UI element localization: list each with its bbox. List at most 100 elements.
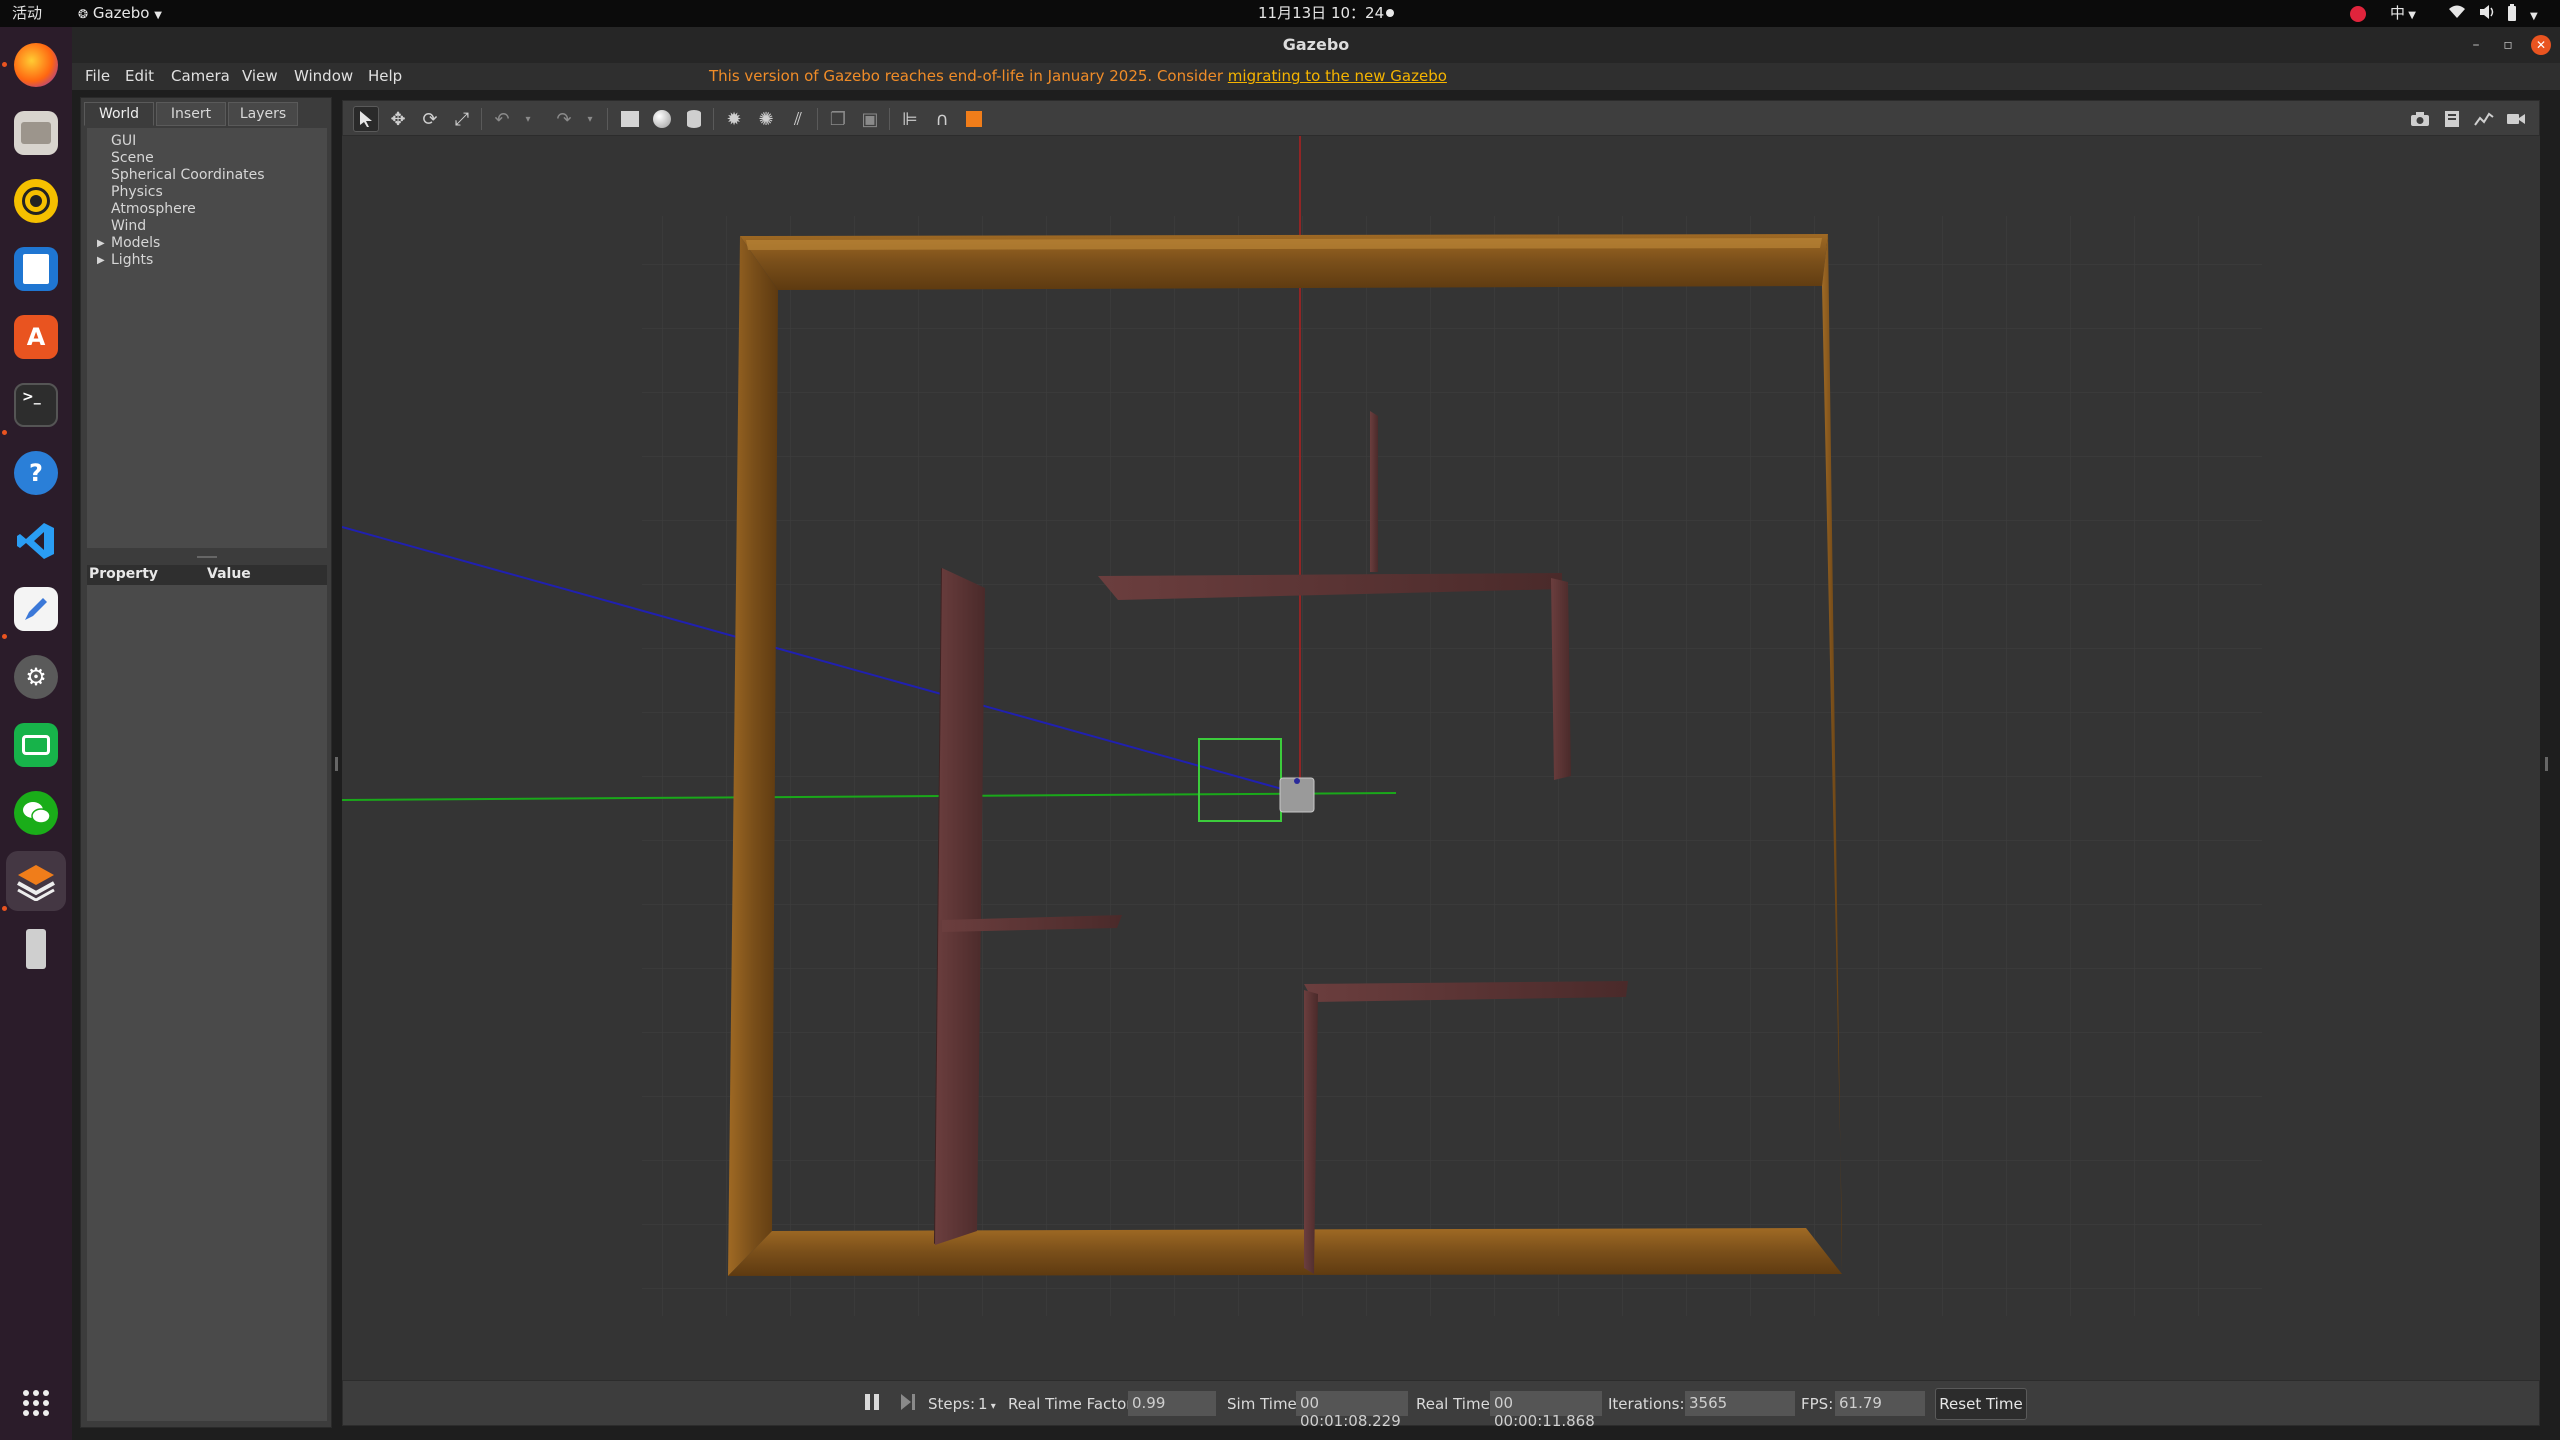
- menu-view[interactable]: View: [242, 67, 278, 85]
- dock-remote-desktop[interactable]: [6, 715, 66, 775]
- window-title: Gazebo: [1282, 35, 1350, 54]
- tree-item-models[interactable]: Models: [111, 235, 160, 251]
- dock-vscode[interactable]: [6, 511, 66, 571]
- scene-viewport[interactable]: [342, 136, 2540, 1380]
- expand-arrow-icon[interactable]: ▶: [97, 255, 105, 266]
- dock-wechat[interactable]: [6, 783, 66, 843]
- step-forward-icon[interactable]: [899, 1392, 917, 1416]
- restore-icon[interactable]: ▫: [2498, 35, 2518, 55]
- fps-label: FPS:: [1801, 1395, 1834, 1413]
- point-light-icon[interactable]: ✹: [721, 106, 747, 132]
- app-menu-button[interactable]: ❂ Gazebo ▼: [78, 4, 162, 25]
- undo-icon[interactable]: ↶: [489, 106, 515, 132]
- dock-settings[interactable]: ⚙: [6, 647, 66, 707]
- steps-label: Steps:: [928, 1395, 976, 1413]
- dock-files[interactable]: [6, 103, 66, 163]
- plot-icon[interactable]: [2471, 106, 2497, 132]
- pause-icon[interactable]: [863, 1392, 881, 1416]
- robot-sensor-marker: [1294, 778, 1300, 784]
- tree-item-spherical-coordinates[interactable]: Spherical Coordinates: [111, 167, 265, 183]
- select-icon[interactable]: [353, 106, 379, 132]
- input-method-indicator[interactable]: 中 ▼: [2390, 4, 2416, 25]
- dock-rhythmbox[interactable]: [6, 171, 66, 231]
- snap-icon[interactable]: ∩: [929, 106, 955, 132]
- copy-icon[interactable]: ❐: [825, 106, 851, 132]
- dock-firefox[interactable]: [6, 35, 66, 95]
- view-angle-icon[interactable]: [961, 106, 987, 132]
- text-editor-icon: [14, 587, 58, 631]
- expand-arrow-icon[interactable]: ▶: [97, 238, 105, 249]
- tree-item-wind[interactable]: Wind: [111, 218, 146, 234]
- menu-edit[interactable]: Edit: [125, 67, 154, 85]
- menu-help[interactable]: Help: [368, 67, 402, 85]
- menu-file[interactable]: File: [85, 67, 110, 85]
- right-panel-collapse-handle[interactable]: [2545, 757, 2548, 771]
- window-title-bar[interactable]: Gazebo – ▫ ✕: [72, 27, 2560, 63]
- fps-value: 61.79: [1835, 1391, 1925, 1416]
- left-panel-collapse-handle[interactable]: [335, 757, 338, 771]
- wifi-icon[interactable]: [2448, 4, 2466, 25]
- battery-icon[interactable]: [2506, 4, 2518, 27]
- record-icon[interactable]: [2503, 106, 2529, 132]
- steps-spinbox[interactable]: 1 ▾: [978, 1395, 996, 1413]
- redo-dropdown-icon[interactable]: ▾: [577, 106, 603, 132]
- reset-time-button[interactable]: Reset Time: [1935, 1388, 2027, 1420]
- value-column-header: Value: [207, 566, 251, 582]
- dock-software[interactable]: A: [6, 307, 66, 367]
- tree-item-atmosphere[interactable]: Atmosphere: [111, 201, 196, 217]
- tab-world[interactable]: World: [84, 102, 154, 126]
- tree-item-gui[interactable]: GUI: [111, 133, 136, 149]
- scale-icon[interactable]: ⤢: [449, 106, 475, 132]
- dock-text-editor[interactable]: [6, 579, 66, 639]
- sphere-icon[interactable]: [649, 106, 675, 132]
- real-time-factor-label: Real Time Factor:: [1008, 1395, 1138, 1413]
- splitter-handle[interactable]: [197, 556, 217, 558]
- tree-item-lights[interactable]: Lights: [111, 252, 153, 268]
- menu-window[interactable]: Window: [294, 67, 353, 85]
- screenshot-icon[interactable]: [2407, 106, 2433, 132]
- clock[interactable]: 11月13日 10：24: [1258, 4, 1384, 23]
- do-not-disturb-icon[interactable]: [2350, 6, 2366, 22]
- redo-icon[interactable]: ↷: [551, 106, 577, 132]
- dock-help[interactable]: ?: [6, 443, 66, 503]
- minimize-icon[interactable]: –: [2466, 35, 2486, 55]
- outer-wall-south: [728, 1228, 1842, 1276]
- toolbar: ✥ ⟳ ⤢ ↶ ▾ ↷ ▾ ✹ ✺ ⫽ ❐ ▣ ⊫ ∩: [342, 100, 2540, 136]
- system-menu-chevron-icon[interactable]: ▼: [2530, 7, 2538, 26]
- undo-dropdown-icon[interactable]: ▾: [515, 106, 541, 132]
- terminal-icon: >_: [14, 383, 58, 427]
- sim-time-value: 00 00:01:08.229: [1296, 1391, 1408, 1430]
- activities-button[interactable]: 活动: [12, 4, 42, 23]
- rotate-icon[interactable]: ⟳: [417, 106, 443, 132]
- dock-usb-drive[interactable]: [6, 919, 66, 979]
- property-table-header: Property Value: [87, 565, 327, 585]
- directional-light-icon[interactable]: ⫽: [785, 106, 811, 132]
- dock-writer[interactable]: [6, 239, 66, 299]
- log-icon[interactable]: [2439, 106, 2465, 132]
- align-icon[interactable]: ⊫: [897, 106, 923, 132]
- menu-camera[interactable]: Camera: [171, 67, 230, 85]
- tree-item-physics[interactable]: Physics: [111, 184, 163, 200]
- tree-item-scene[interactable]: Scene: [111, 150, 154, 166]
- dock-terminal[interactable]: >_: [6, 375, 66, 435]
- dock-gazebo[interactable]: [6, 851, 66, 911]
- tab-layers[interactable]: Layers: [228, 102, 298, 126]
- cylinder-icon[interactable]: [681, 106, 707, 132]
- chevron-down-icon: ▼: [2405, 10, 2416, 21]
- left-panel: World Insert Layers GUI Scene Spherical …: [80, 97, 332, 1428]
- inner-wall-upper-right-vertical: [1551, 578, 1571, 780]
- tab-insert[interactable]: Insert: [156, 102, 226, 126]
- close-icon[interactable]: ✕: [2531, 35, 2551, 55]
- gazebo-icon: [14, 859, 58, 903]
- translate-icon[interactable]: ✥: [385, 106, 411, 132]
- usb-drive-icon: [14, 927, 58, 971]
- paste-icon[interactable]: ▣: [857, 106, 883, 132]
- box-icon[interactable]: [617, 106, 643, 132]
- real-time-label: Real Time:: [1416, 1395, 1495, 1413]
- dock-show-apps[interactable]: [6, 1373, 66, 1433]
- running-indicator: [2, 430, 7, 435]
- volume-icon[interactable]: [2478, 4, 2496, 25]
- spot-light-icon[interactable]: ✺: [753, 106, 779, 132]
- migration-link[interactable]: migrating to the new Gazebo: [1228, 67, 1447, 85]
- inner-wall-top-stub: [1370, 411, 1378, 572]
